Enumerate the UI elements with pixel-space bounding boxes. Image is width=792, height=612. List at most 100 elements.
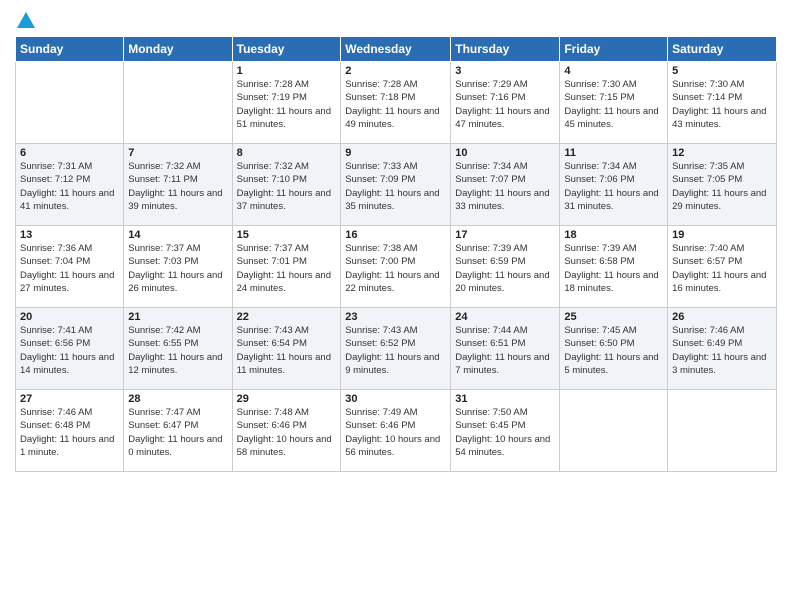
calendar-cell: 4Sunrise: 7:30 AM Sunset: 7:15 PM Daylig… bbox=[560, 62, 668, 144]
calendar-cell: 21Sunrise: 7:42 AM Sunset: 6:55 PM Dayli… bbox=[124, 308, 232, 390]
calendar-cell: 29Sunrise: 7:48 AM Sunset: 6:46 PM Dayli… bbox=[232, 390, 341, 472]
day-info: Sunrise: 7:47 AM Sunset: 6:47 PM Dayligh… bbox=[128, 406, 227, 459]
day-number: 6 bbox=[20, 147, 119, 159]
day-info: Sunrise: 7:43 AM Sunset: 6:54 PM Dayligh… bbox=[237, 324, 337, 377]
day-number: 21 bbox=[128, 311, 227, 323]
day-number: 12 bbox=[672, 147, 772, 159]
calendar-cell: 5Sunrise: 7:30 AM Sunset: 7:14 PM Daylig… bbox=[668, 62, 777, 144]
weekday-header-saturday: Saturday bbox=[668, 37, 777, 62]
calendar-cell: 15Sunrise: 7:37 AM Sunset: 7:01 PM Dayli… bbox=[232, 226, 341, 308]
day-info: Sunrise: 7:46 AM Sunset: 6:48 PM Dayligh… bbox=[20, 406, 119, 459]
day-info: Sunrise: 7:28 AM Sunset: 7:18 PM Dayligh… bbox=[345, 78, 446, 131]
calendar-cell: 26Sunrise: 7:46 AM Sunset: 6:49 PM Dayli… bbox=[668, 308, 777, 390]
calendar-table: SundayMondayTuesdayWednesdayThursdayFrid… bbox=[15, 36, 777, 472]
calendar-cell: 1Sunrise: 7:28 AM Sunset: 7:19 PM Daylig… bbox=[232, 62, 341, 144]
calendar-cell bbox=[668, 390, 777, 472]
day-info: Sunrise: 7:42 AM Sunset: 6:55 PM Dayligh… bbox=[128, 324, 227, 377]
day-info: Sunrise: 7:32 AM Sunset: 7:11 PM Dayligh… bbox=[128, 160, 227, 213]
day-info: Sunrise: 7:32 AM Sunset: 7:10 PM Dayligh… bbox=[237, 160, 337, 213]
calendar-cell: 28Sunrise: 7:47 AM Sunset: 6:47 PM Dayli… bbox=[124, 390, 232, 472]
day-number: 30 bbox=[345, 393, 446, 405]
day-number: 17 bbox=[455, 229, 555, 241]
weekday-header-tuesday: Tuesday bbox=[232, 37, 341, 62]
calendar-cell: 30Sunrise: 7:49 AM Sunset: 6:46 PM Dayli… bbox=[341, 390, 451, 472]
calendar-cell: 9Sunrise: 7:33 AM Sunset: 7:09 PM Daylig… bbox=[341, 144, 451, 226]
day-info: Sunrise: 7:34 AM Sunset: 7:06 PM Dayligh… bbox=[564, 160, 663, 213]
day-info: Sunrise: 7:38 AM Sunset: 7:00 PM Dayligh… bbox=[345, 242, 446, 295]
calendar-page: SundayMondayTuesdayWednesdayThursdayFrid… bbox=[0, 0, 792, 612]
calendar-cell: 27Sunrise: 7:46 AM Sunset: 6:48 PM Dayli… bbox=[16, 390, 124, 472]
day-info: Sunrise: 7:48 AM Sunset: 6:46 PM Dayligh… bbox=[237, 406, 337, 459]
day-number: 9 bbox=[345, 147, 446, 159]
calendar-cell: 23Sunrise: 7:43 AM Sunset: 6:52 PM Dayli… bbox=[341, 308, 451, 390]
day-number: 18 bbox=[564, 229, 663, 241]
calendar-cell: 25Sunrise: 7:45 AM Sunset: 6:50 PM Dayli… bbox=[560, 308, 668, 390]
day-number: 25 bbox=[564, 311, 663, 323]
day-number: 26 bbox=[672, 311, 772, 323]
day-info: Sunrise: 7:37 AM Sunset: 7:03 PM Dayligh… bbox=[128, 242, 227, 295]
calendar-cell: 17Sunrise: 7:39 AM Sunset: 6:59 PM Dayli… bbox=[451, 226, 560, 308]
day-number: 22 bbox=[237, 311, 337, 323]
day-info: Sunrise: 7:39 AM Sunset: 6:59 PM Dayligh… bbox=[455, 242, 555, 295]
day-number: 2 bbox=[345, 65, 446, 77]
day-info: Sunrise: 7:37 AM Sunset: 7:01 PM Dayligh… bbox=[237, 242, 337, 295]
day-number: 4 bbox=[564, 65, 663, 77]
day-number: 31 bbox=[455, 393, 555, 405]
calendar-cell: 10Sunrise: 7:34 AM Sunset: 7:07 PM Dayli… bbox=[451, 144, 560, 226]
calendar-cell: 13Sunrise: 7:36 AM Sunset: 7:04 PM Dayli… bbox=[16, 226, 124, 308]
calendar-cell: 31Sunrise: 7:50 AM Sunset: 6:45 PM Dayli… bbox=[451, 390, 560, 472]
weekday-header-monday: Monday bbox=[124, 37, 232, 62]
weekday-header-friday: Friday bbox=[560, 37, 668, 62]
day-info: Sunrise: 7:49 AM Sunset: 6:46 PM Dayligh… bbox=[345, 406, 446, 459]
week-row-5: 27Sunrise: 7:46 AM Sunset: 6:48 PM Dayli… bbox=[16, 390, 777, 472]
calendar-cell: 8Sunrise: 7:32 AM Sunset: 7:10 PM Daylig… bbox=[232, 144, 341, 226]
calendar-cell: 24Sunrise: 7:44 AM Sunset: 6:51 PM Dayli… bbox=[451, 308, 560, 390]
day-info: Sunrise: 7:40 AM Sunset: 6:57 PM Dayligh… bbox=[672, 242, 772, 295]
weekday-header-sunday: Sunday bbox=[16, 37, 124, 62]
day-info: Sunrise: 7:31 AM Sunset: 7:12 PM Dayligh… bbox=[20, 160, 119, 213]
week-row-1: 1Sunrise: 7:28 AM Sunset: 7:19 PM Daylig… bbox=[16, 62, 777, 144]
day-info: Sunrise: 7:36 AM Sunset: 7:04 PM Dayligh… bbox=[20, 242, 119, 295]
calendar-cell: 20Sunrise: 7:41 AM Sunset: 6:56 PM Dayli… bbox=[16, 308, 124, 390]
day-number: 5 bbox=[672, 65, 772, 77]
day-number: 15 bbox=[237, 229, 337, 241]
day-number: 1 bbox=[237, 65, 337, 77]
calendar-cell: 19Sunrise: 7:40 AM Sunset: 6:57 PM Dayli… bbox=[668, 226, 777, 308]
day-number: 7 bbox=[128, 147, 227, 159]
day-number: 16 bbox=[345, 229, 446, 241]
day-info: Sunrise: 7:46 AM Sunset: 6:49 PM Dayligh… bbox=[672, 324, 772, 377]
calendar-cell: 7Sunrise: 7:32 AM Sunset: 7:11 PM Daylig… bbox=[124, 144, 232, 226]
calendar-cell: 22Sunrise: 7:43 AM Sunset: 6:54 PM Dayli… bbox=[232, 308, 341, 390]
day-info: Sunrise: 7:50 AM Sunset: 6:45 PM Dayligh… bbox=[455, 406, 555, 459]
day-number: 24 bbox=[455, 311, 555, 323]
day-info: Sunrise: 7:44 AM Sunset: 6:51 PM Dayligh… bbox=[455, 324, 555, 377]
day-info: Sunrise: 7:34 AM Sunset: 7:07 PM Dayligh… bbox=[455, 160, 555, 213]
calendar-cell: 12Sunrise: 7:35 AM Sunset: 7:05 PM Dayli… bbox=[668, 144, 777, 226]
week-row-3: 13Sunrise: 7:36 AM Sunset: 7:04 PM Dayli… bbox=[16, 226, 777, 308]
day-number: 14 bbox=[128, 229, 227, 241]
day-info: Sunrise: 7:29 AM Sunset: 7:16 PM Dayligh… bbox=[455, 78, 555, 131]
calendar-cell: 16Sunrise: 7:38 AM Sunset: 7:00 PM Dayli… bbox=[341, 226, 451, 308]
day-info: Sunrise: 7:33 AM Sunset: 7:09 PM Dayligh… bbox=[345, 160, 446, 213]
calendar-cell: 2Sunrise: 7:28 AM Sunset: 7:18 PM Daylig… bbox=[341, 62, 451, 144]
day-number: 13 bbox=[20, 229, 119, 241]
page-header bbox=[15, 10, 777, 28]
day-number: 10 bbox=[455, 147, 555, 159]
day-info: Sunrise: 7:35 AM Sunset: 7:05 PM Dayligh… bbox=[672, 160, 772, 213]
day-number: 23 bbox=[345, 311, 446, 323]
calendar-cell: 18Sunrise: 7:39 AM Sunset: 6:58 PM Dayli… bbox=[560, 226, 668, 308]
day-number: 11 bbox=[564, 147, 663, 159]
week-row-4: 20Sunrise: 7:41 AM Sunset: 6:56 PM Dayli… bbox=[16, 308, 777, 390]
day-info: Sunrise: 7:30 AM Sunset: 7:14 PM Dayligh… bbox=[672, 78, 772, 131]
day-info: Sunrise: 7:39 AM Sunset: 6:58 PM Dayligh… bbox=[564, 242, 663, 295]
day-info: Sunrise: 7:28 AM Sunset: 7:19 PM Dayligh… bbox=[237, 78, 337, 131]
calendar-cell: 6Sunrise: 7:31 AM Sunset: 7:12 PM Daylig… bbox=[16, 144, 124, 226]
day-info: Sunrise: 7:45 AM Sunset: 6:50 PM Dayligh… bbox=[564, 324, 663, 377]
day-number: 20 bbox=[20, 311, 119, 323]
calendar-cell bbox=[560, 390, 668, 472]
weekday-header-thursday: Thursday bbox=[451, 37, 560, 62]
day-info: Sunrise: 7:41 AM Sunset: 6:56 PM Dayligh… bbox=[20, 324, 119, 377]
day-number: 29 bbox=[237, 393, 337, 405]
calendar-cell: 3Sunrise: 7:29 AM Sunset: 7:16 PM Daylig… bbox=[451, 62, 560, 144]
day-number: 27 bbox=[20, 393, 119, 405]
